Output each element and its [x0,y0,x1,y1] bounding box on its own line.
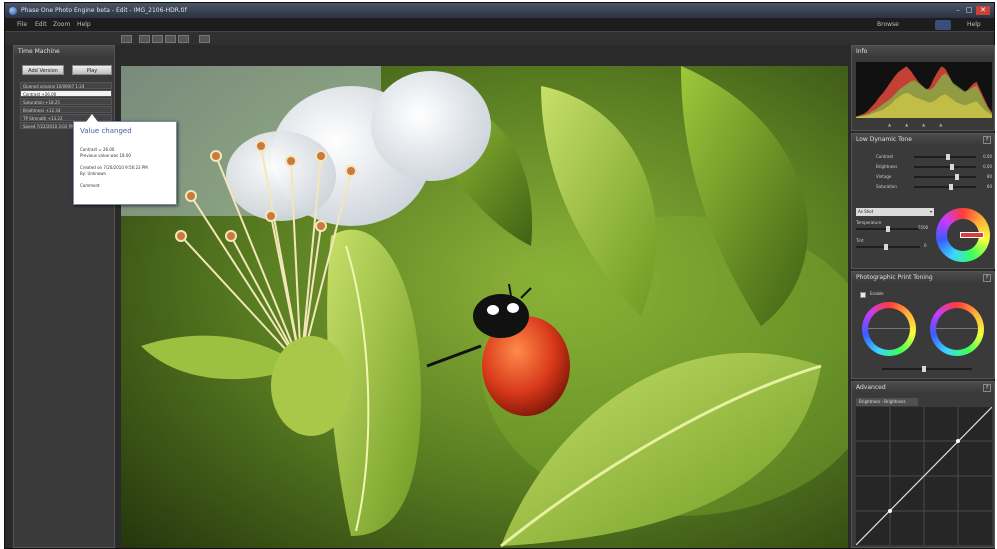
tooltip-title: Value changed [80,127,132,135]
slider-value: 0.00 [983,154,992,159]
highlight-toning-wheel[interactable] [862,302,916,356]
tint-label: Tint [856,238,864,243]
tone-curve[interactable] [856,407,992,545]
help-icon[interactable]: ? [983,136,991,144]
wheel-axis [868,328,910,329]
slider-value: 60 [986,184,992,189]
history-item[interactable]: Brightness +12.34 [20,106,112,113]
ppt-title: Photographic Print Toning [852,272,994,284]
compare-icon[interactable] [178,35,189,43]
minimize-button[interactable]: – [953,6,963,15]
help-icon[interactable]: ? [983,384,991,392]
time-machine-title: Time Machine [14,46,114,58]
advanced-title: Advanced [852,382,994,394]
curve-point[interactable] [956,439,960,443]
tooltip-arrow [86,114,98,122]
slider-knob[interactable] [950,164,954,170]
ldt-slider-row: Brightness 0.00 [856,164,992,170]
close-button[interactable]: ✕ [976,6,990,15]
app-icon [9,7,17,15]
slider-label: Brightness [876,164,898,169]
app-window: Phase One Photo Engine beta - Edit - IMG… [4,2,995,549]
ldt-slider-row: Contrast 0.00 [856,154,992,160]
shadow-toning-wheel[interactable] [930,302,984,356]
white-balance-dropdown[interactable]: As Shot ▾ [856,208,934,216]
color-wheel[interactable] [936,208,990,262]
wheel-hole [868,308,910,350]
maximize-button[interactable]: □ [964,6,974,15]
balance-knob[interactable] [922,366,926,372]
ldt-slider-row: Vintage 80 [856,174,992,180]
slider-track[interactable] [914,164,976,170]
fit-view-icon[interactable] [121,35,132,43]
play-button[interactable]: Play [72,65,112,75]
balance-slider[interactable] [882,366,972,372]
slider-label: Contrast [876,154,894,159]
wheel-axis [936,328,978,329]
advanced-panel: Advanced ? Brightness - Brightness [851,381,995,548]
curve-point[interactable] [888,509,892,513]
zoom-out-icon[interactable] [152,35,163,43]
photo-ladybug-on-blossom [121,66,848,548]
tint-slider[interactable] [856,244,920,250]
white-balance-value: As Shot [858,209,874,214]
history-item[interactable]: Opened original 10/09/07 1:24 [20,82,112,89]
ldt-panel: Low Dynamic Tone ? Contrast 0.00 Brightnes… [851,133,995,269]
temperature-knob[interactable] [886,226,890,232]
help-icon[interactable]: ? [983,274,991,282]
color-wheel-handle[interactable] [960,232,984,238]
temperature-value: 5500 [918,225,929,230]
wheel-hole [936,308,978,350]
slider-track[interactable] [914,174,976,180]
slider-knob[interactable] [946,154,950,160]
edit-tool-icon[interactable] [199,35,210,43]
temperature-label: Temperature [856,220,882,225]
brand-logo-icon [935,20,951,30]
menu-edit[interactable]: Edit [35,21,47,28]
ppt-panel: Photographic Print Toning ? Enable [851,271,995,379]
chevron-down-icon: ▾ [929,209,932,214]
tooltip-comment-link[interactable]: Comment [80,183,170,189]
curve-tab[interactable]: Brightness - Brightness [856,398,918,406]
menu-help[interactable]: Help [77,21,91,28]
slider-value: 80 [986,174,992,179]
zoom-in-icon[interactable] [139,35,150,43]
tint-knob[interactable] [884,244,888,250]
enable-checkbox[interactable] [860,292,866,298]
add-version-button[interactable]: Add Version [22,65,64,75]
history-tooltip: Value changed Contrast = 26.00 Previous … [73,114,177,205]
history-item[interactable]: TP Strength +13.22 [20,114,112,121]
ldt-title: Low Dynamic Tone [852,134,994,146]
ldt-slider-row: Saturation 60 [856,184,992,190]
slider-label: Vintage [876,174,892,179]
history-item[interactable]: Contrast +26.00 [20,90,112,97]
slider-track[interactable] [914,184,976,190]
zoom-100-icon[interactable] [165,35,176,43]
help-link[interactable]: Help [967,21,981,28]
image-canvas[interactable] [121,66,848,548]
histogram [856,62,992,118]
menu-zoom[interactable]: Zoom [53,21,70,28]
enable-label: Enable [870,291,884,296]
menu-file[interactable]: File [17,21,27,28]
histogram-markers: ▲▲▲▲ [888,122,957,127]
slider-knob[interactable] [955,174,959,180]
temperature-slider[interactable] [856,226,920,232]
menu-bar: File Edit Zoom Help Browse Help [5,18,994,32]
slider-value: 0.00 [983,164,992,169]
tool-bar [5,32,994,45]
info-title: Info [852,46,994,58]
slider-track[interactable] [914,154,976,160]
title-bar: Phase One Photo Engine beta - Edit - IMG… [5,3,994,18]
info-panel: Info ▲▲▲▲ [851,45,995,131]
tint-value: 0 [924,243,927,248]
history-item[interactable]: Saturation +18.25 [20,98,112,105]
window-title: Phase One Photo Engine beta - Edit - IMG… [21,7,187,14]
browse-link[interactable]: Browse [877,21,899,28]
slider-knob[interactable] [949,184,953,190]
slider-label: Saturation [876,184,897,189]
